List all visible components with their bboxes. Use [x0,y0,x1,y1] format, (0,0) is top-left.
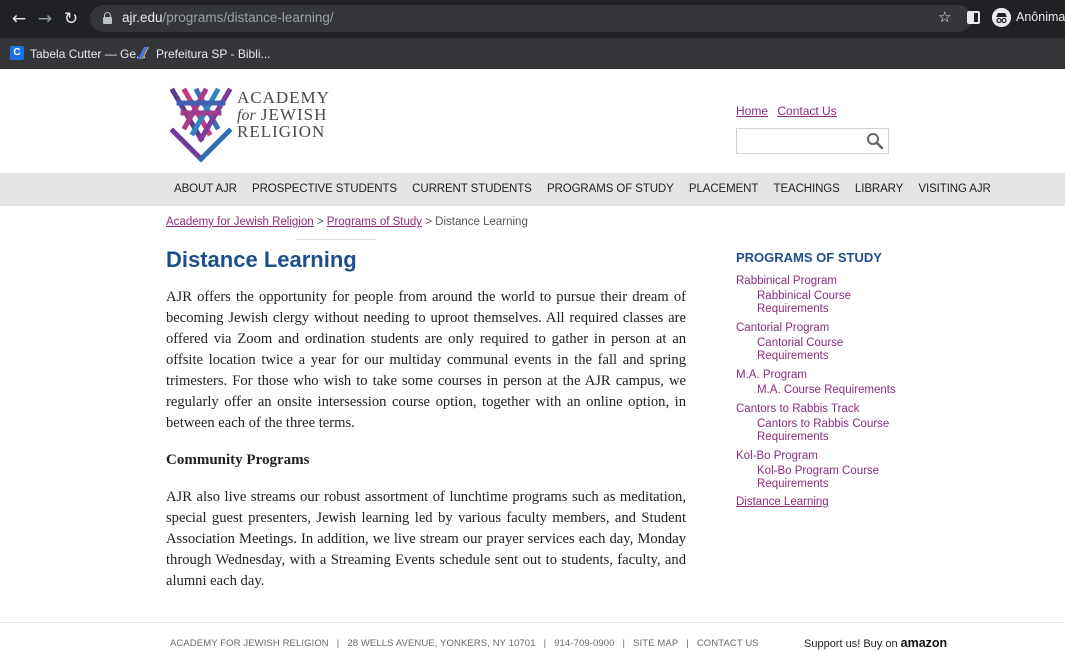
breadcrumb-divider [296,239,376,240]
footer: ACADEMY FOR JEWISH RELIGION | 28 WELLS AVE… [166,638,763,649]
profile-name[interactable]: Anônima [1016,10,1065,24]
breadcrumb-current: Distance Learning [435,216,528,228]
reload-icon[interactable]: ↻ [60,8,82,30]
breadcrumb-programs[interactable]: Programs of Study [327,216,422,228]
sidebar-item-kol-bo[interactable]: Kol-Bo Program [736,449,911,463]
logo-line-jewish: JEWISH [260,104,328,124]
sidebar-item-cantorial[interactable]: Cantorial Program [736,321,911,335]
footer-separator: | [686,638,689,649]
incognito-icon[interactable] [992,8,1011,27]
home-link[interactable]: Home [736,104,768,118]
footer-separator: | [336,638,340,649]
amazon-logo: amazon [900,636,948,650]
footer-contact-link[interactable]: CONTACT US [697,638,759,649]
sidebar-subitem-ma-req[interactable]: M.A. Course Requirements [736,384,911,397]
footer-separator: | [622,638,626,649]
sidebar: PROGRAMS OF STUDY Rabbinical Program Rab… [736,250,911,508]
nav-about-ajr[interactable]: ABOUT AJR [174,183,237,195]
sidebar-item-distance-learning[interactable]: Distance Learning [736,496,911,508]
sidebar-subitem-kol-bo-req[interactable]: Kol-Bo Program Course Requirements [736,465,911,491]
search-input[interactable] [736,128,889,154]
bookmarks-bar: C Tabela Cutter — Ge... Prefeitura SP - … [0,38,1065,69]
back-arrow-icon[interactable]: ← [8,8,30,30]
main-nav: ABOUT AJR PROSPECTIVE STUDENTS CURRENT S… [0,173,1065,206]
cutter-favicon-icon[interactable]: C [10,46,24,60]
sidebar-item-ma[interactable]: M.A. Program [736,368,911,382]
footer-org: ACADEMY FOR JEWISH RELIGION [170,638,329,649]
header-links: Home Contact Us [736,104,843,118]
url-text[interactable]: ajr.edu/programs/distance-learning/ [122,10,334,25]
star-icon[interactable]: ☆ [938,8,951,26]
forward-arrow-icon[interactable]: → [34,8,56,30]
nav-teachings[interactable]: TEACHINGS [774,183,840,195]
browser-toolbar: ← → ↻ ajr.edu/programs/distance-learning… [0,0,1065,38]
community-paragraph: AJR also live streams our robust assortm… [166,489,686,589]
breadcrumb-academy[interactable]: Academy for Jewish Religion [166,216,314,228]
nav-programs-of-study[interactable]: PROGRAMS OF STUDY [547,183,674,195]
contact-us-link[interactable]: Contact Us [777,104,836,118]
sidebar-group: Cantorial Program Cantorial Course Requi… [736,321,911,363]
prefeitura-favicon-icon[interactable] [136,46,150,60]
sidebar-group: Rabbinical Program Rabbinical Course Req… [736,274,911,316]
main-content: AJR offers the opportunity for people fr… [166,287,686,608]
sidebar-subitem-cantorial-req[interactable]: Cantorial Course Requirements [736,337,911,363]
side-panel-icon[interactable] [967,11,980,24]
breadcrumb: Academy for Jewish Religion > Programs o… [166,216,528,228]
sidebar-item-rabbinical[interactable]: Rabbinical Program [736,274,911,288]
nav-library[interactable]: LIBRARY [855,183,903,195]
footer-phone: 914-709-0900 [554,638,615,649]
breadcrumb-separator: > [316,216,324,228]
bookmark-prefeitura[interactable]: Prefeitura SP - Bibli... [156,47,271,61]
sidebar-subitem-cantors-to-rabbis-req[interactable]: Cantors to Rabbis Course Requirements [736,418,911,444]
bookmark-tabela-cutter[interactable]: Tabela Cutter — Ge... [30,47,146,61]
logo-wordmark[interactable]: ACADEMY for JEWISH RELIGION [237,89,330,141]
footer-divider [0,622,1065,623]
sidebar-subitem-rabbinical-req[interactable]: Rabbinical Course Requirements [736,290,911,316]
nav-placement[interactable]: PLACEMENT [689,183,759,195]
sidebar-group: Cantors to Rabbis Track Cantors to Rabbi… [736,402,911,444]
footer-separator: | [543,638,547,649]
sidebar-group: M.A. Program M.A. Course Requirements [736,368,911,397]
support-text: Support us! Buy on [804,638,898,650]
nav-prospective-students[interactable]: PROSPECTIVE STUDENTS [252,183,397,195]
footer-address: 28 WELLS AVENUE, YONKERS, NY 10701 [347,638,536,649]
sidebar-item-cantors-to-rabbis[interactable]: Cantors to Rabbis Track [736,402,911,416]
sidebar-title: PROGRAMS OF STUDY [736,250,882,265]
logo-line-for: for [237,106,256,124]
footer-sitemap-link[interactable]: SITE MAP [633,638,678,649]
sidebar-group: Kol-Bo Program Kol-Bo Program Course Req… [736,449,911,491]
nav-visiting-ajr[interactable]: VISITING AJR [918,183,990,195]
amazon-support-link[interactable]: Support us! Buy on amazon [804,636,947,650]
search-icon[interactable] [866,132,884,150]
intro-paragraph: AJR offers the opportunity for people fr… [166,289,686,431]
address-bar[interactable]: ajr.edu/programs/distance-learning/ [90,5,972,32]
nav-current-students[interactable]: CURRENT STUDENTS [412,183,532,195]
breadcrumb-separator: > [425,216,432,228]
community-programs-heading: Community Programs [166,452,310,468]
logo-line-religion: RELIGION [237,122,326,141]
page-title: Distance Learning [166,247,357,272]
lock-icon[interactable] [103,12,112,24]
